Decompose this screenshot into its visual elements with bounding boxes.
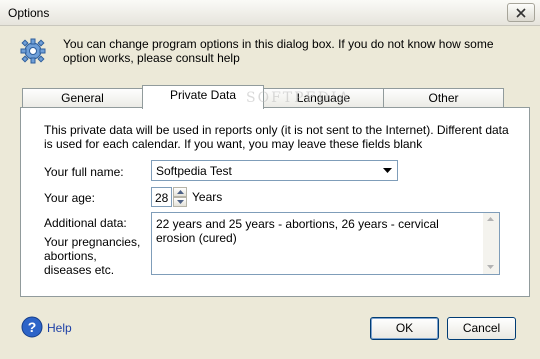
age-increment-button[interactable]	[173, 187, 187, 197]
private-data-panel: This private data will be used in report…	[20, 107, 530, 297]
help-icon[interactable]: ?	[21, 316, 43, 338]
tab-other[interactable]: Other	[383, 88, 504, 107]
watermark: SOFTPEDIA	[246, 90, 351, 106]
window-title: Options	[8, 6, 50, 20]
dropdown-arrow-icon[interactable]	[383, 168, 392, 174]
full-name-label: Your full name:	[44, 165, 124, 179]
age-input[interactable]: 28	[151, 187, 172, 207]
title-bar: Options	[0, 0, 540, 26]
close-icon	[516, 8, 526, 18]
tab-general[interactable]: General	[22, 88, 143, 107]
arrow-up-icon	[177, 190, 184, 194]
gear-icon	[20, 38, 46, 64]
close-button[interactable]	[507, 3, 535, 22]
age-value: 28	[155, 191, 169, 205]
svg-text:?: ?	[28, 319, 37, 335]
scroll-up-icon[interactable]	[487, 217, 494, 222]
additional-data-hint: Your pregnancies, abortions, diseases et…	[44, 235, 141, 277]
full-name-value: Softpedia Test	[156, 164, 232, 178]
textarea-scrollbar[interactable]	[483, 213, 499, 274]
panel-intro-text: This private data will be used in report…	[44, 123, 509, 151]
age-decrement-button[interactable]	[173, 197, 187, 207]
additional-data-value: 22 years and 25 years - abortions, 26 ye…	[156, 217, 439, 245]
age-label: Your age:	[44, 191, 95, 205]
help-link[interactable]: Help	[47, 321, 72, 335]
arrow-down-icon	[177, 200, 184, 204]
cancel-button[interactable]: Cancel	[447, 317, 516, 340]
header-description: You can change program options in this d…	[63, 37, 494, 65]
full-name-combobox[interactable]: Softpedia Test	[151, 160, 398, 181]
additional-data-textarea[interactable]: 22 years and 25 years - abortions, 26 ye…	[151, 212, 500, 275]
scroll-down-icon[interactable]	[487, 265, 494, 270]
ok-button[interactable]: OK	[370, 317, 439, 340]
additional-data-label: Additional data:	[44, 216, 127, 230]
age-unit-label: Years	[192, 190, 223, 204]
